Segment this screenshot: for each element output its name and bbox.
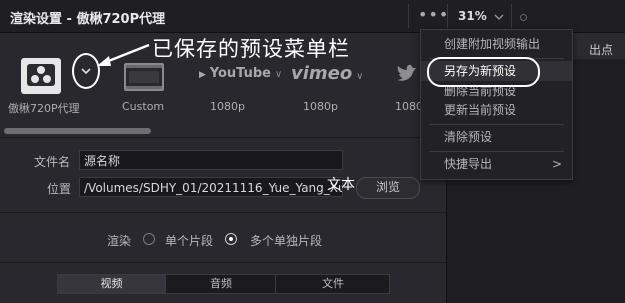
annotation-text: 已保存的预设菜单栏	[152, 37, 350, 61]
film-strip-icon[interactable]	[124, 63, 164, 91]
chevron-down-icon: ∨	[274, 69, 283, 80]
youtube-logo-icon: ▶	[199, 70, 206, 80]
overlay-text: 文本	[327, 177, 355, 193]
highlight-oval	[427, 57, 540, 87]
chevron-down-icon[interactable]	[494, 10, 504, 24]
tab-video[interactable]: 视频	[58, 275, 165, 293]
menu-divider	[429, 151, 564, 152]
chevron-down-icon	[81, 68, 91, 75]
tab-file[interactable]: 文件	[275, 275, 390, 293]
render-single-label[interactable]: 单个片段	[165, 232, 213, 249]
divider	[447, 4, 448, 28]
window-title: 渲染设置 - 傲楸720P代理	[10, 12, 166, 27]
render-label: 渲染	[107, 234, 132, 248]
menu-item-clear-presets[interactable]: 清除预设	[421, 127, 572, 147]
divider	[408, 4, 409, 28]
preset-label: 1080	[395, 100, 423, 113]
preset-label: 1080p	[303, 100, 338, 113]
preset-label: Custom	[122, 100, 165, 113]
status-dot-icon	[520, 14, 527, 21]
preset-label: 傲楸720P代理	[8, 102, 80, 115]
zoom-level[interactable]: 31%	[458, 9, 487, 23]
menu-item-label: 快捷导出	[444, 157, 493, 171]
menu-divider	[429, 124, 564, 125]
youtube-preset[interactable]: ▶ YouTube ∨	[199, 66, 282, 81]
custom-preset-icon[interactable]	[21, 58, 61, 94]
divider	[511, 4, 512, 28]
filename-field[interactable]: 源名称	[79, 150, 343, 170]
render-multiple-label[interactable]: 多个单独片段	[250, 232, 322, 249]
menu-item-create-additional-output[interactable]: 创建附加视频输出	[421, 34, 572, 54]
divider	[0, 212, 446, 213]
vimeo-logo: vimeo	[291, 63, 353, 84]
vimeo-preset[interactable]: vimeo ∨	[291, 63, 363, 84]
preset-label: 1080p	[210, 100, 245, 113]
out-point-header: 出点	[589, 43, 614, 57]
more-dots-icon[interactable]: •••	[418, 7, 449, 23]
browse-button[interactable]: 浏览	[356, 177, 420, 199]
render-multiple-radio[interactable]	[225, 233, 237, 245]
chevron-down-icon: ∨	[356, 71, 364, 82]
chevron-right-icon: >	[551, 157, 562, 171]
divider	[0, 262, 446, 263]
location-label: 位置	[47, 182, 72, 196]
tab-audio[interactable]: 音频	[165, 275, 276, 293]
youtube-logo: YouTube	[209, 66, 271, 81]
presets-scrollbar[interactable]	[4, 128, 151, 134]
preset-dropdown-button[interactable]	[72, 53, 100, 89]
divider	[0, 137, 446, 138]
location-field[interactable]: /Volumes/SDHY_01/20211116_Yue_Yang_Xun	[79, 177, 343, 197]
render-single-radio[interactable]	[143, 233, 155, 245]
menu-item-quick-export[interactable]: 快捷导出 >	[421, 154, 572, 174]
menu-item-update-current-preset[interactable]: 更新当前预设	[421, 100, 572, 120]
options-menu: 创建附加视频输出 另存为新预设 删除当前预设 更新当前预设 清除预设 快捷导出 …	[420, 29, 573, 180]
twitter-icon[interactable]	[395, 62, 419, 87]
filename-label: 文件名	[34, 155, 71, 169]
tab-bar: 视频 音频 文件	[57, 274, 390, 294]
